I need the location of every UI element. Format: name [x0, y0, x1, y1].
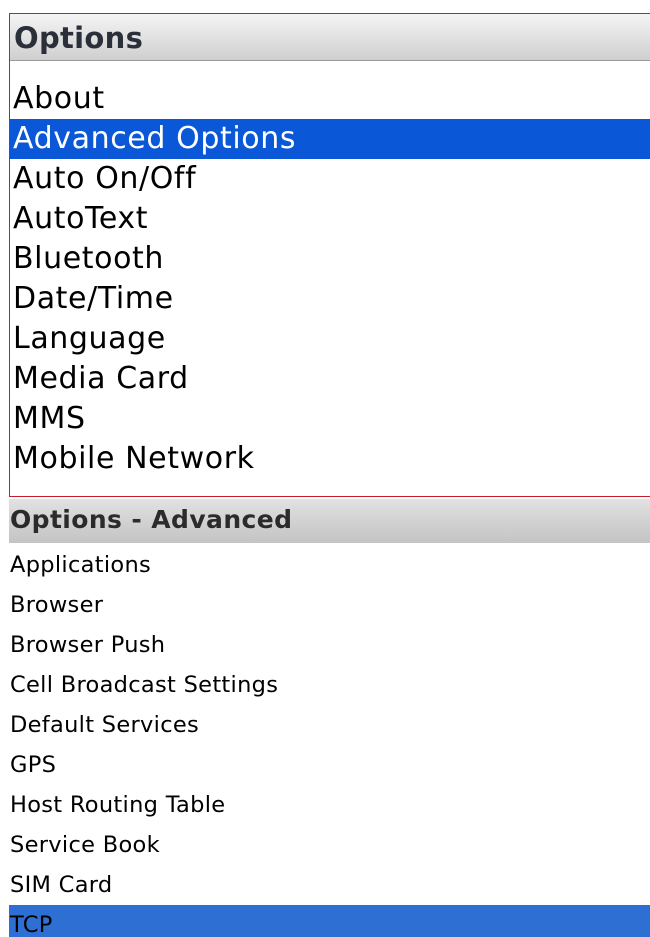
options-item-mobile-network[interactable]: Mobile Network: [10, 439, 650, 479]
options-item-mms[interactable]: MMS: [10, 399, 650, 439]
options-item-about[interactable]: About: [10, 79, 650, 119]
blackberry-screen: Options About Advanced Options Auto On/O…: [0, 0, 650, 937]
advanced-item-service-book[interactable]: Service Book: [9, 825, 650, 865]
advanced-item-default-services[interactable]: Default Services: [9, 705, 650, 745]
advanced-item-browser-push[interactable]: Browser Push: [9, 625, 650, 665]
advanced-item-host-routing-table[interactable]: Host Routing Table: [9, 785, 650, 825]
options-item-advanced-options[interactable]: Advanced Options: [10, 119, 650, 159]
options-screen: Options About Advanced Options Auto On/O…: [9, 13, 650, 497]
options-item-media-card[interactable]: Media Card: [10, 359, 650, 399]
options-item-autotext[interactable]: AutoText: [10, 199, 650, 239]
options-item-auto-on-off[interactable]: Auto On/Off: [10, 159, 650, 199]
advanced-item-browser[interactable]: Browser: [9, 585, 650, 625]
advanced-item-cell-broadcast-settings[interactable]: Cell Broadcast Settings: [9, 665, 650, 705]
advanced-title: Options - Advanced: [10, 505, 293, 534]
advanced-item-sim-card[interactable]: SIM Card: [9, 865, 650, 905]
options-item-language[interactable]: Language: [10, 319, 650, 359]
advanced-item-tcp[interactable]: TCP: [9, 905, 650, 937]
options-title-bar: Options: [10, 14, 650, 61]
advanced-item-gps[interactable]: GPS: [9, 745, 650, 785]
advanced-list: Applications Browser Browser Push Cell B…: [9, 545, 650, 937]
options-title: Options: [14, 21, 144, 55]
options-item-date-time[interactable]: Date/Time: [10, 279, 650, 319]
advanced-title-bar: Options - Advanced: [9, 499, 650, 543]
options-item-bluetooth[interactable]: Bluetooth: [10, 239, 650, 279]
advanced-item-applications[interactable]: Applications: [9, 545, 650, 585]
options-list: About Advanced Options Auto On/Off AutoT…: [10, 79, 650, 479]
